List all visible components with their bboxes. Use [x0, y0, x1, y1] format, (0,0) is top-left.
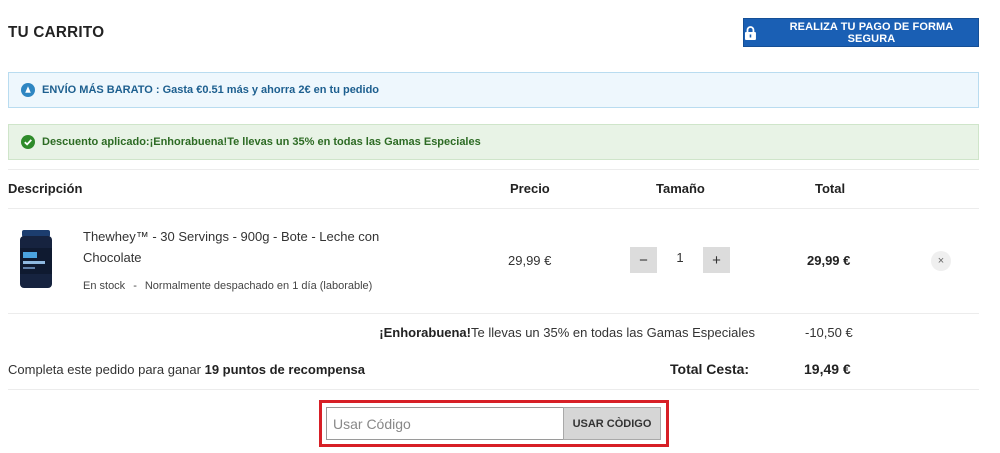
lock-icon: [744, 25, 756, 40]
stock-label: En stock: [83, 280, 126, 292]
divider: [8, 208, 979, 209]
points-amount: 19 puntos de recompensa: [204, 362, 365, 377]
stock-status: En stock - Normalmente despachado en 1 día…: [83, 280, 372, 292]
discount-summary-text: Te llevas un 35% en todas las Gamas Espe…: [471, 325, 755, 340]
quantity-decrement-button[interactable]: −: [630, 247, 657, 273]
line-total: 29,99 €: [807, 253, 851, 268]
discount-amount: -10,50 €: [805, 325, 853, 340]
unit-price: 29,99 €: [508, 253, 552, 268]
divider: [8, 389, 979, 390]
shipping-alert: ENVÍO MÁS BARATO : Gasta €0.51 más y aho…: [8, 72, 979, 108]
apply-coupon-button[interactable]: USAR CÒDIGO: [563, 407, 661, 440]
stock-separator: -: [133, 280, 137, 292]
reward-points-info: Completa este pedido para ganar 19 punto…: [8, 362, 365, 377]
divider: [8, 313, 979, 314]
remove-item-button[interactable]: ×: [931, 251, 951, 271]
divider: [8, 169, 979, 170]
column-header-price: Precio: [510, 181, 550, 196]
column-header-description: Descripción: [8, 181, 83, 196]
discount-summary: ¡Enhorabuena!Te llevas un 35% en todas l…: [379, 325, 755, 340]
page-title: TU CARRITO: [8, 24, 105, 41]
secure-checkout-button[interactable]: REALIZA TU PAGO DE FORMA SEGURA: [743, 18, 979, 47]
discount-alert-text: Descuento aplicado:¡Enhorabuena!Te lleva…: [42, 136, 481, 148]
quantity-value: 1: [676, 250, 684, 265]
column-header-total: Total: [815, 181, 846, 196]
discount-summary-bold: ¡Enhorabuena!: [379, 325, 471, 340]
product-image[interactable]: [18, 228, 54, 290]
truck-icon: [21, 83, 35, 97]
points-prefix: Completa este pedido para ganar: [8, 362, 201, 377]
dispatch-info: Normalmente despachado en 1 día (laborab…: [144, 280, 373, 292]
discount-alert: Descuento aplicado:¡Enhorabuena!Te lleva…: [8, 124, 979, 160]
cart-total-value: 19,49 €: [804, 361, 851, 377]
shipping-alert-text: ENVÍO MÁS BARATO : Gasta €0.51 más y aho…: [42, 84, 380, 96]
check-circle-icon: [21, 135, 35, 149]
cart-total-label: Total Cesta:: [670, 361, 750, 377]
quantity-increment-button[interactable]: +: [703, 247, 730, 273]
coupon-code-input[interactable]: [326, 407, 564, 440]
product-name[interactable]: Thewhey™ - 30 Servings - 900g - Bote - L…: [83, 226, 403, 268]
column-header-size: Tamaño: [656, 181, 705, 196]
secure-checkout-label: REALIZA TU PAGO DE FORMA SEGURA: [789, 20, 954, 45]
